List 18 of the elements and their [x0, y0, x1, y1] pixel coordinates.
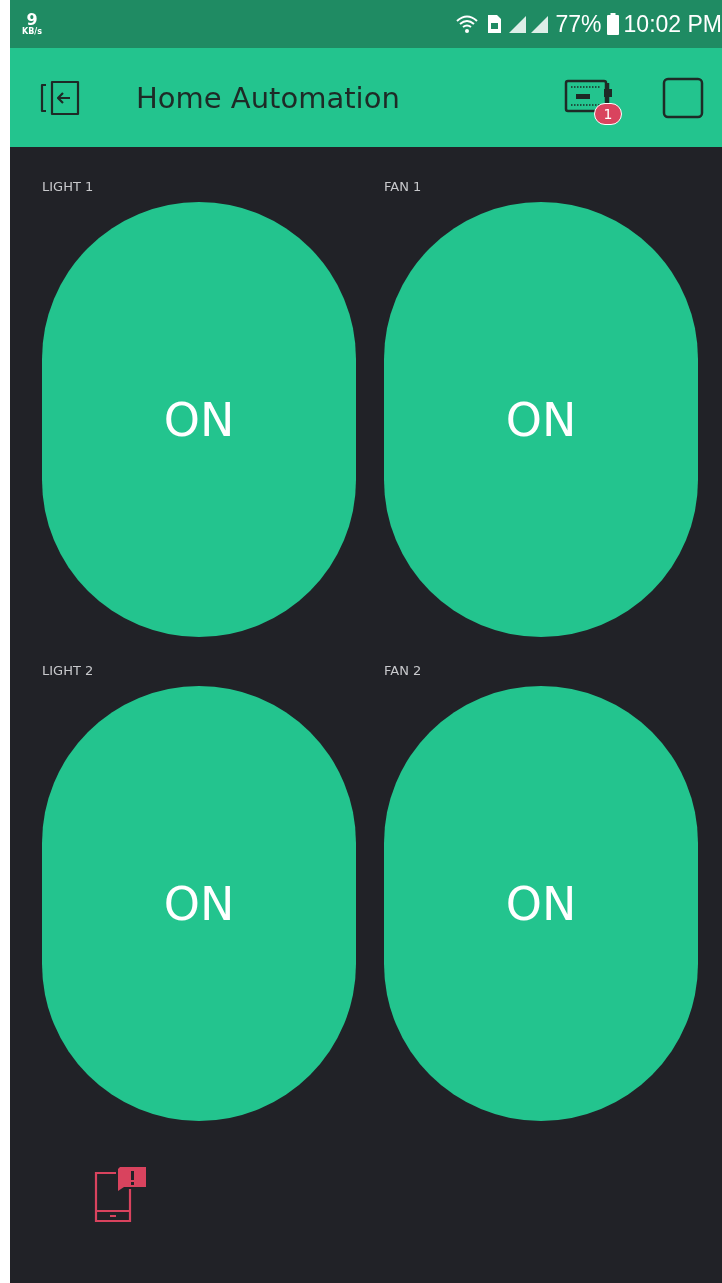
clock-time: 10:02 PM	[623, 10, 722, 38]
stop-icon[interactable]	[662, 76, 704, 119]
sim-card-icon	[485, 14, 502, 34]
battery-percent: 77%	[555, 10, 602, 38]
switch-button[interactable]: ON	[42, 202, 356, 637]
battery-icon	[606, 13, 619, 35]
network-speed-value: 9	[26, 12, 38, 28]
notification-badge: 1	[594, 102, 622, 125]
switch-button[interactable]: ON	[384, 202, 698, 637]
widget-label: FAN 2	[384, 663, 423, 678]
widget-label: LIGHT 2	[42, 663, 95, 678]
network-speed-unit: KB/s	[22, 28, 42, 36]
widget-label: LIGHT 1	[42, 179, 95, 194]
switch-button[interactable]: ON	[42, 686, 356, 1121]
phone-alert-icon	[94, 1165, 148, 1225]
widget-label: FAN 1	[384, 179, 423, 194]
switch-button[interactable]: ON	[384, 686, 698, 1121]
project-title: Home Automation	[136, 80, 401, 115]
